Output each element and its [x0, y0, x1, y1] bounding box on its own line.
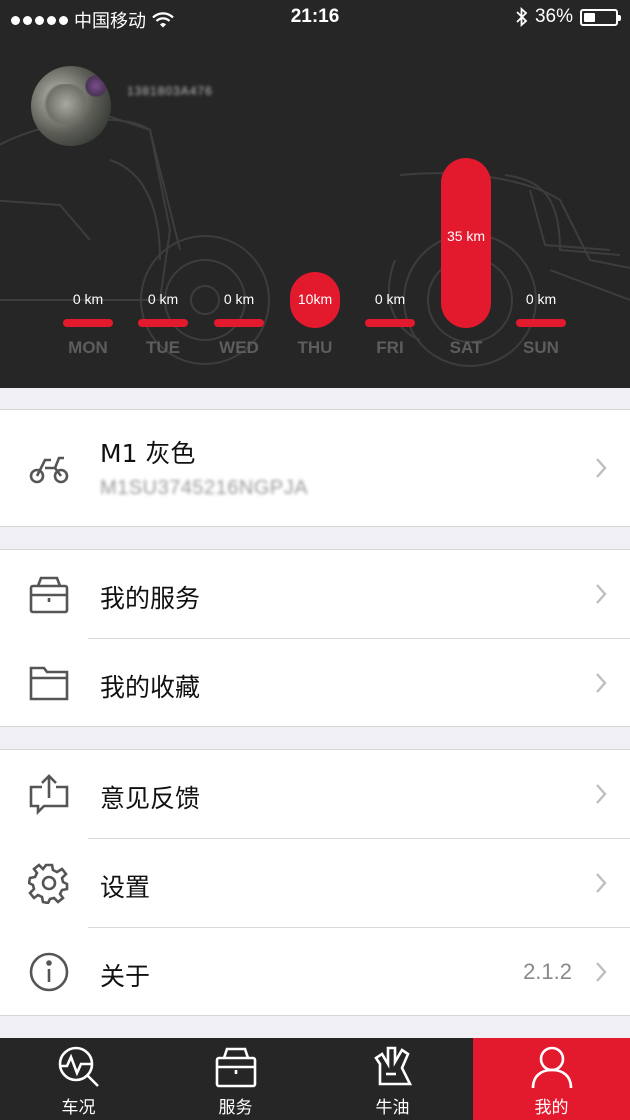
menu-item-services[interactable]: 我的服务 [0, 550, 630, 638]
menu-label-about: 关于 [100, 962, 151, 991]
day-bar-mon [63, 319, 113, 327]
vehicle-serial: M1SU3745216NGPJA [100, 477, 309, 499]
service-icon [215, 1047, 256, 1088]
folder-icon [29, 666, 69, 701]
battery-percent: 36% [534, 6, 573, 27]
day-label-sat: SAT [449, 338, 483, 357]
day-km-tue: 0 km [147, 291, 179, 307]
feedback-icon [29, 774, 69, 815]
info-icon [29, 952, 69, 992]
avatar[interactable] [31, 66, 111, 146]
day-km-sat: 35 km [446, 228, 486, 244]
day-bar-tue [138, 319, 188, 327]
tab-profile[interactable]: 我的 [473, 1038, 630, 1120]
bluetooth-icon [516, 7, 528, 27]
chevron-right-icon [596, 673, 607, 693]
menu-item-favorites[interactable]: 我的收藏 [0, 639, 630, 727]
menu-item-settings[interactable]: 设置 [0, 839, 630, 927]
chevron-right-icon [596, 584, 607, 604]
scooter-icon [29, 456, 69, 484]
day-bar-fri [365, 319, 415, 327]
tab-service[interactable]: 服务 [157, 1038, 314, 1120]
day-label-fri: FRI [376, 338, 404, 357]
day-bar-sun [516, 319, 566, 327]
gear-icon [28, 863, 69, 904]
services-group: 我的服务 我的收藏 [0, 549, 630, 727]
day-km-sun: 0 km [525, 291, 557, 307]
menu-label-feedback: 意见反馈 [100, 784, 201, 813]
day-label-thu: THU [297, 338, 333, 357]
day-label-tue: TUE [146, 338, 180, 357]
app-root: 中国移动 21:16 36% 1381803A476 MON 0 km TUE … [0, 0, 630, 1120]
day-km-fri: 0 km [374, 291, 406, 307]
battery-icon [580, 8, 621, 26]
chevron-right-icon [596, 962, 607, 982]
scooter-outline-background [0, 109, 630, 367]
profile-icon [531, 1046, 572, 1089]
app-version: 2.1.2 [523, 959, 572, 984]
chevron-right-icon [596, 873, 607, 893]
tab-vehicle-status[interactable]: 车况 [0, 1038, 157, 1120]
menu-label-settings: 设置 [100, 873, 151, 902]
tab-label-profile: 我的 [534, 1098, 569, 1118]
vehicle-row[interactable]: M1 灰色 M1SU3745216NGPJA [0, 410, 630, 526]
profile-header: 中国移动 21:16 36% 1381803A476 MON 0 km TUE … [0, 0, 630, 388]
day-km-mon: 0 km [72, 291, 104, 307]
day-km-thu: 10km [297, 291, 333, 308]
chevron-right-icon [596, 784, 607, 804]
community-icon [373, 1046, 412, 1086]
tab-bar: 车况 服务 牛油 我的 [0, 1038, 630, 1120]
tab-community[interactable]: 牛油 [314, 1038, 471, 1120]
tab-label-service: 服务 [218, 1098, 253, 1118]
day-label-mon: MON [68, 338, 108, 357]
toolbox-icon [29, 576, 69, 614]
day-bar-wed [214, 319, 264, 327]
chevron-right-icon [596, 458, 607, 478]
user-id: 1381803A476 [127, 84, 213, 98]
menu-label-favorites: 我的收藏 [100, 673, 201, 702]
day-label-wed: WED [219, 338, 259, 357]
menu-label-services: 我的服务 [100, 584, 201, 613]
tab-label-community: 牛油 [375, 1098, 410, 1118]
tab-label-vehicle-status: 车况 [61, 1098, 96, 1118]
vehicle-status-icon [58, 1046, 99, 1087]
settings-group: 意见反馈 设置 关于 2.1.2 [0, 749, 630, 1016]
battery-level [584, 12, 595, 22]
vehicle-name: M1 灰色 [100, 439, 196, 468]
vehicle-group: M1 灰色 M1SU3745216NGPJA [0, 409, 630, 527]
menu-item-about[interactable]: 关于 2.1.2 [0, 928, 630, 1016]
day-label-sun: SUN [523, 338, 559, 357]
day-km-wed: 0 km [223, 291, 255, 307]
status-bar: 中国移动 21:16 36% [0, 0, 630, 36]
menu-item-feedback[interactable]: 意见反馈 [0, 750, 630, 838]
